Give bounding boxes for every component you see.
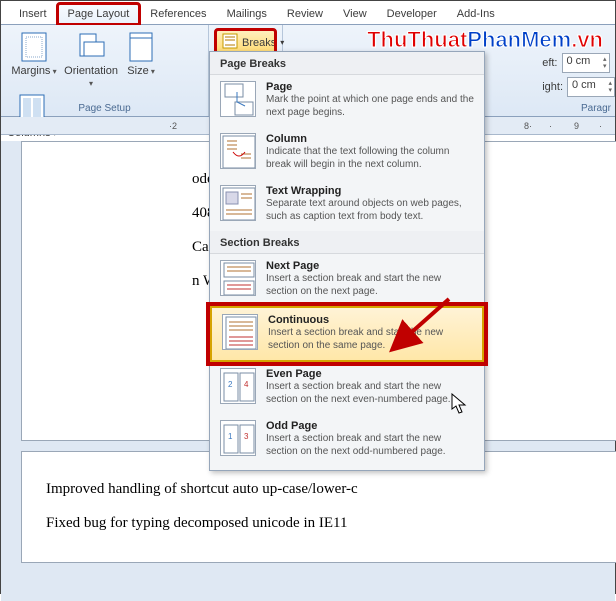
tab-developer[interactable]: Developer <box>377 4 447 24</box>
indent-left-label: eft: <box>542 57 557 69</box>
tab-references[interactable]: References <box>140 4 216 24</box>
svg-text:3: 3 <box>244 432 249 441</box>
svg-text:4: 4 <box>244 380 249 389</box>
size-button[interactable]: Size <box>121 27 161 77</box>
indent-left-input[interactable]: 0 cm <box>562 53 610 73</box>
indent-right-label: ight: <box>542 81 563 93</box>
dropdown-header-page-breaks: Page Breaks <box>210 52 484 75</box>
margins-button[interactable]: Margins <box>7 27 61 77</box>
svg-text:1: 1 <box>228 432 233 441</box>
dropdown-item-page[interactable]: PageMark the point at which one page end… <box>210 75 484 127</box>
dropdown-item-text-wrapping[interactable]: Text WrappingSeparate text around object… <box>210 179 484 231</box>
text-wrapping-break-icon <box>220 185 256 221</box>
dropdown-item-odd-page[interactable]: 13 Odd PageInsert a section break and st… <box>210 414 484 466</box>
dropdown-item-even-page[interactable]: 24 Even PageInsert a section break and s… <box>210 362 484 414</box>
tab-page-layout[interactable]: Page Layout <box>57 3 141 25</box>
chevron-down-icon: ▾ <box>280 38 284 47</box>
doc-text: Fixed bug for typing decomposed unicode … <box>46 508 616 538</box>
page-break-icon <box>220 81 256 117</box>
orientation-button[interactable]: Orientation <box>64 27 118 89</box>
size-icon <box>125 31 157 63</box>
odd-page-break-icon: 13 <box>220 420 256 456</box>
tab-add-ins[interactable]: Add-Ins <box>447 4 505 24</box>
orientation-icon <box>75 31 107 63</box>
tab-insert[interactable]: Insert <box>9 4 57 24</box>
dropdown-item-column[interactable]: ColumnIndicate that the text following t… <box>210 127 484 179</box>
indent-right-input[interactable]: 0 cm <box>567 77 615 97</box>
column-break-icon <box>220 133 256 169</box>
margins-icon <box>18 31 50 63</box>
dropdown-item-next-page[interactable]: Next PageInsert a section break and star… <box>210 254 484 306</box>
dropdown-item-continuous[interactable]: ContinuousInsert a section break and sta… <box>210 306 484 362</box>
group-page-setup: Margins Orientation Size Columns Page Se… <box>1 25 209 116</box>
svg-text:2: 2 <box>228 380 233 389</box>
even-page-break-icon: 24 <box>220 368 256 404</box>
tab-mailings[interactable]: Mailings <box>217 4 277 24</box>
tab-view[interactable]: View <box>333 4 377 24</box>
ribbon-tabs: Insert Page Layout References Mailings R… <box>1 1 615 25</box>
breaks-icon <box>222 33 238 52</box>
dropdown-header-section-breaks: Section Breaks <box>210 231 484 254</box>
group-label-paragraph: Paragr <box>581 103 611 114</box>
group-label-page-setup: Page Setup <box>1 103 208 114</box>
breaks-dropdown: Page Breaks PageMark the point at which … <box>209 51 485 471</box>
continuous-break-icon <box>222 314 258 350</box>
doc-text: Improved handling of shortcut auto up-ca… <box>46 474 616 504</box>
tab-review[interactable]: Review <box>277 4 333 24</box>
next-page-break-icon <box>220 260 256 296</box>
